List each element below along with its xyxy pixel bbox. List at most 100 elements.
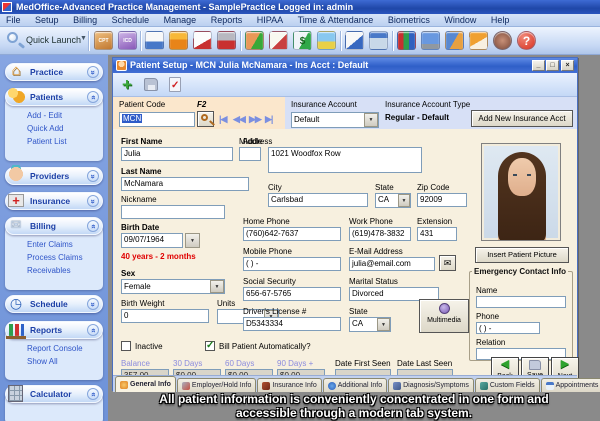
sidebar-item-show-all[interactable]: Show All — [5, 355, 103, 368]
menu-manage[interactable]: Manage — [158, 14, 203, 27]
state-dropdown-icon[interactable]: ▼ — [398, 194, 410, 207]
multimedia-icon[interactable] — [317, 31, 336, 50]
insert-patient-picture-button[interactable]: Insert Patient Picture — [475, 247, 569, 263]
sidebar-item-process-claims[interactable]: Process Claims — [5, 251, 103, 264]
work-phone-input[interactable]: (619)478-3832 — [349, 227, 411, 241]
search-icon[interactable] — [7, 32, 18, 43]
biometrics-icon[interactable] — [493, 31, 512, 50]
emergency-name-input[interactable] — [476, 296, 566, 308]
send-email-button[interactable]: ✉ — [439, 255, 456, 271]
referrals-icon[interactable] — [245, 31, 264, 50]
help-icon[interactable]: ? — [517, 31, 536, 50]
cpt-codes-icon[interactable]: CPT — [94, 31, 113, 50]
save-icon[interactable] — [141, 75, 161, 95]
sidebar-header-insurance[interactable]: Insurance » — [5, 192, 103, 210]
ssn-input[interactable]: 656-67-5765 — [243, 287, 341, 301]
zip-input[interactable]: 92009 — [417, 193, 467, 207]
patient-folder-icon[interactable] — [169, 31, 188, 50]
calendar-calculator-icon[interactable] — [369, 31, 388, 50]
nav-last-icon[interactable]: ▶| — [265, 114, 272, 125]
minimize-button[interactable]: _ — [532, 60, 545, 71]
tab-general-info[interactable]: General Info — [115, 376, 176, 392]
expand-chevron-icon[interactable]: » — [87, 170, 99, 182]
sidebar-header-providers[interactable]: Providers » — [5, 167, 103, 185]
menu-setup[interactable]: Setup — [29, 14, 65, 27]
charge-entry-icon[interactable] — [269, 31, 288, 50]
menu-time-attendance[interactable]: Time & Attendance — [292, 14, 380, 27]
emergency-phone-input[interactable]: ( ) - — [476, 322, 540, 334]
nav-next-icon[interactable]: ▶▶ — [249, 114, 261, 125]
tab-insurance-info[interactable]: Insurance Info — [257, 378, 321, 392]
tab-additional-info[interactable]: Additional Info — [323, 378, 387, 392]
sex-dropdown-icon[interactable]: ▼ — [210, 280, 224, 293]
scheduler-icon[interactable] — [345, 31, 364, 50]
address-input[interactable]: 1021 Woodfox Row — [268, 147, 422, 173]
sidebar-item-add-edit[interactable]: Add - Edit — [5, 109, 103, 122]
patient-search-button[interactable] — [197, 111, 214, 127]
maximize-button[interactable]: □ — [546, 60, 559, 71]
tab-employer-hold-info[interactable]: Employer/Hold Info — [177, 378, 257, 392]
sidebar-item-receivables[interactable]: Receivables — [5, 264, 103, 277]
practice-setup-icon[interactable] — [217, 31, 236, 50]
first-name-input[interactable]: Julia — [121, 147, 233, 161]
birth-date-dropdown-icon[interactable]: ▼ — [185, 233, 200, 248]
tab-diagnosis-symptoms[interactable]: Diagnosis/Symptoms — [388, 378, 474, 392]
close-button[interactable]: × — [561, 60, 574, 71]
superbill-icon[interactable] — [193, 31, 212, 50]
sidebar-header-calculator[interactable]: Calculator » — [5, 385, 103, 403]
network-users-icon[interactable] — [445, 31, 464, 50]
email-input[interactable]: julia@email.com — [349, 257, 435, 271]
extension-input[interactable]: 431 — [417, 227, 457, 241]
home-phone-input[interactable]: (760)642-7637 — [243, 227, 341, 241]
sidebar-header-billing[interactable]: ✉ Billing » — [5, 217, 103, 235]
sidebar-header-schedule[interactable]: ◷ Schedule » — [5, 295, 103, 313]
multimedia-button[interactable]: Multimedia — [419, 299, 469, 333]
collapse-chevron-icon[interactable]: » — [87, 220, 99, 232]
expand-chevron-icon[interactable]: » — [87, 195, 99, 207]
city-input[interactable]: Carlsbad — [268, 193, 368, 207]
sidebar-header-reports[interactable]: Reports » — [5, 321, 103, 339]
menu-window[interactable]: Window — [438, 14, 482, 27]
sidebar-header-patients[interactable]: Patients » — [5, 88, 103, 106]
add-new-insurance-button[interactable]: Add New Insurance Acct — [471, 110, 573, 127]
tab-appointments[interactable]: Appointments — [541, 378, 600, 392]
collapse-chevron-icon[interactable]: » — [87, 91, 99, 103]
menu-biometrics[interactable]: Biometrics — [382, 14, 436, 27]
mobile-phone-input[interactable]: ( ) - — [243, 257, 341, 271]
add-patient-icon[interactable]: + — [117, 75, 137, 95]
insurance-account-dropdown-icon[interactable]: ▼ — [364, 113, 378, 127]
menu-help[interactable]: Help — [485, 14, 516, 27]
sidebar-item-patient-list[interactable]: Patient List — [5, 135, 103, 148]
patient-card-icon[interactable] — [145, 31, 164, 50]
license-state-dropdown-icon[interactable]: ▼ — [377, 318, 390, 331]
birth-weight-input[interactable]: 0 — [121, 309, 209, 323]
inactive-checkbox[interactable] — [121, 341, 131, 351]
quick-launch-label[interactable]: Quick Launch — [26, 35, 81, 45]
expand-chevron-icon[interactable]: » — [87, 298, 99, 310]
nickname-input[interactable] — [121, 205, 225, 219]
tab-custom-fields[interactable]: Custom Fields — [475, 378, 540, 392]
collapse-chevron-icon[interactable]: » — [87, 388, 99, 400]
menu-file[interactable]: File — [0, 14, 27, 27]
notes-icon[interactable] — [469, 31, 488, 50]
last-name-input[interactable]: McNamara — [121, 177, 249, 191]
icd-codes-icon[interactable]: ICD — [118, 31, 137, 50]
middle-input[interactable] — [239, 147, 261, 161]
sidebar-item-report-console[interactable]: Report Console — [5, 342, 103, 355]
sidebar-item-quick-add[interactable]: Quick Add — [5, 122, 103, 135]
menu-billing[interactable]: Billing — [67, 14, 103, 27]
nav-first-icon[interactable]: |◀ — [219, 114, 226, 125]
birth-date-input[interactable]: 09/07/1964 — [121, 233, 183, 248]
menu-reports[interactable]: Reports — [205, 14, 249, 27]
reports-chart-icon[interactable] — [397, 31, 416, 50]
expand-chevron-icon[interactable]: » — [87, 66, 99, 78]
menu-hipaa[interactable]: HIPAA — [251, 14, 289, 27]
verify-icon[interactable] — [165, 75, 185, 95]
quick-launch-dropdown-icon[interactable]: ▼ — [80, 35, 87, 42]
payments-icon[interactable]: $ — [293, 31, 312, 50]
patient-code-input[interactable]: MCN — [119, 112, 195, 127]
sidebar-item-enter-claims[interactable]: Enter Claims — [5, 238, 103, 251]
sidebar-header-practice[interactable]: ⌂ Practice » — [5, 63, 103, 81]
menu-schedule[interactable]: Schedule — [106, 14, 156, 27]
collapse-chevron-icon[interactable]: » — [87, 324, 99, 336]
